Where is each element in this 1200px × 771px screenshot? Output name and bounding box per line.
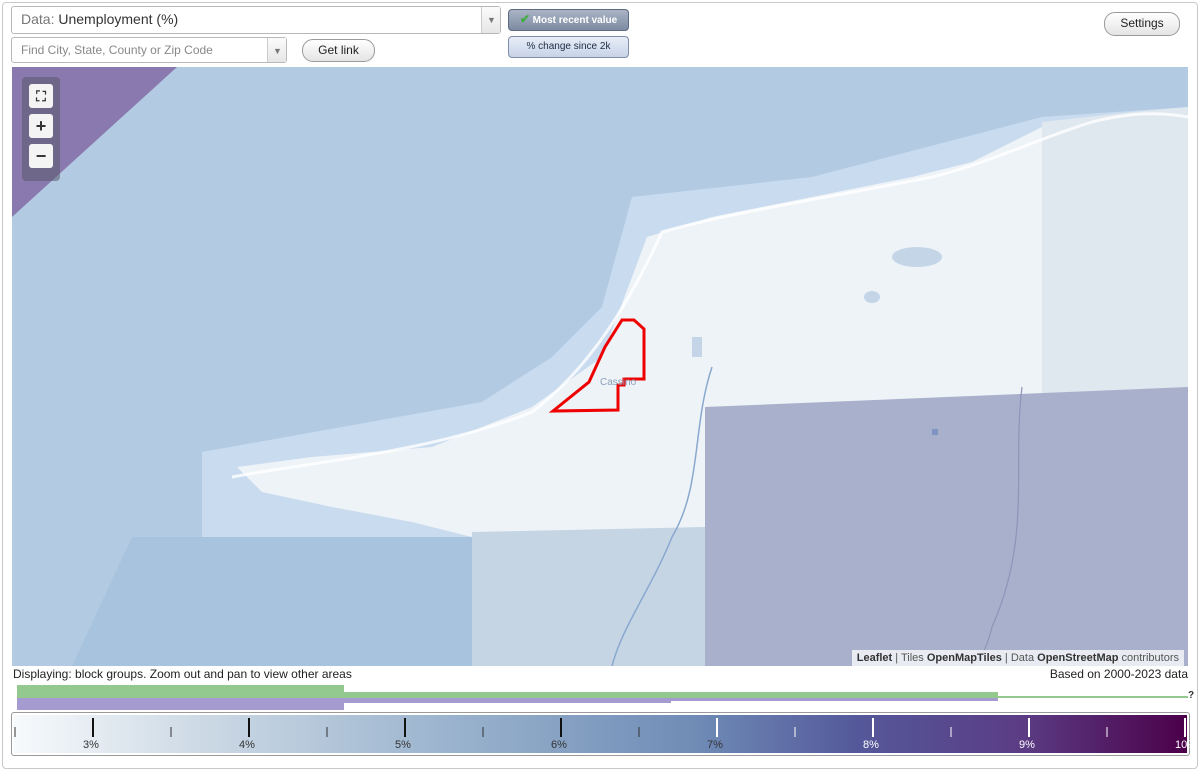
legend-tick-label: 8% [863,739,879,751]
checkmark-icon: ✔ [519,12,530,26]
attribution-osm-link[interactable]: OpenStreetMap [1037,652,1118,664]
distribution-bars [17,685,1188,710]
attribution-data-suffix: contributors [1121,652,1179,664]
unknown-marker: ? [1188,690,1195,701]
legend-tick-label: 10% [1175,739,1198,751]
color-legend: 3% 4% 5% 6% 7% 8% 9% 10% [11,712,1197,756]
legend-tick-label: 9% [1019,739,1035,751]
settings-button[interactable]: Settings [1104,12,1180,36]
attribution-leaflet-link[interactable]: Leaflet [857,652,892,664]
legend-ticks [14,718,1186,737]
displaying-note: Displaying: block groups. Zoom out and p… [13,667,352,681]
legend-tick-label: 5% [395,739,411,751]
most-recent-value-toggle[interactable]: ✔ Most recent value [508,9,629,31]
fullscreen-icon[interactable]: ⛶ [29,84,53,108]
legend-tick-label: 4% [239,739,255,751]
legend-tick-label: 6% [551,739,567,751]
attribution-tiles-link[interactable]: OpenMapTiles [927,652,1002,664]
search-placeholder: Find City, State, County or Zip Code [21,43,213,57]
percent-change-toggle[interactable]: % change since 2k [508,36,629,58]
legend-tick-label: 7% [707,739,723,751]
data-select-value: Unemployment (%) [58,11,179,27]
map-place-label: Cassino [600,377,637,388]
attribution-data-prefix: Data [1010,652,1035,664]
chevron-down-icon[interactable]: ▼ [267,38,286,62]
data-years-note: Based on 2000-2023 data [1049,667,1188,681]
data-select[interactable]: Data: Unemployment (%) ▼ [11,6,501,34]
legend-tick-label: 3% [83,739,99,751]
chevron-down-icon[interactable]: ▼ [481,7,500,33]
map-canvas[interactable] [12,67,1188,666]
most-recent-value-label: Most recent value [532,15,618,26]
attribution-tiles-prefix: Tiles [900,652,924,664]
data-select-prefix: Data: [21,11,55,27]
zoom-controls: ⛶ + − [22,77,60,181]
zoom-out-button[interactable]: − [29,144,53,168]
get-link-button[interactable]: Get link [302,39,375,62]
map-view[interactable]: Cassino ⛶ + − Leaflet | Tiles OpenMapTil… [12,67,1188,666]
map-attribution: Leaflet | Tiles OpenMapTiles | Data Open… [851,650,1184,666]
location-search-input[interactable]: Find City, State, County or Zip Code ▼ [11,37,287,63]
zoom-in-button[interactable]: + [29,114,53,138]
